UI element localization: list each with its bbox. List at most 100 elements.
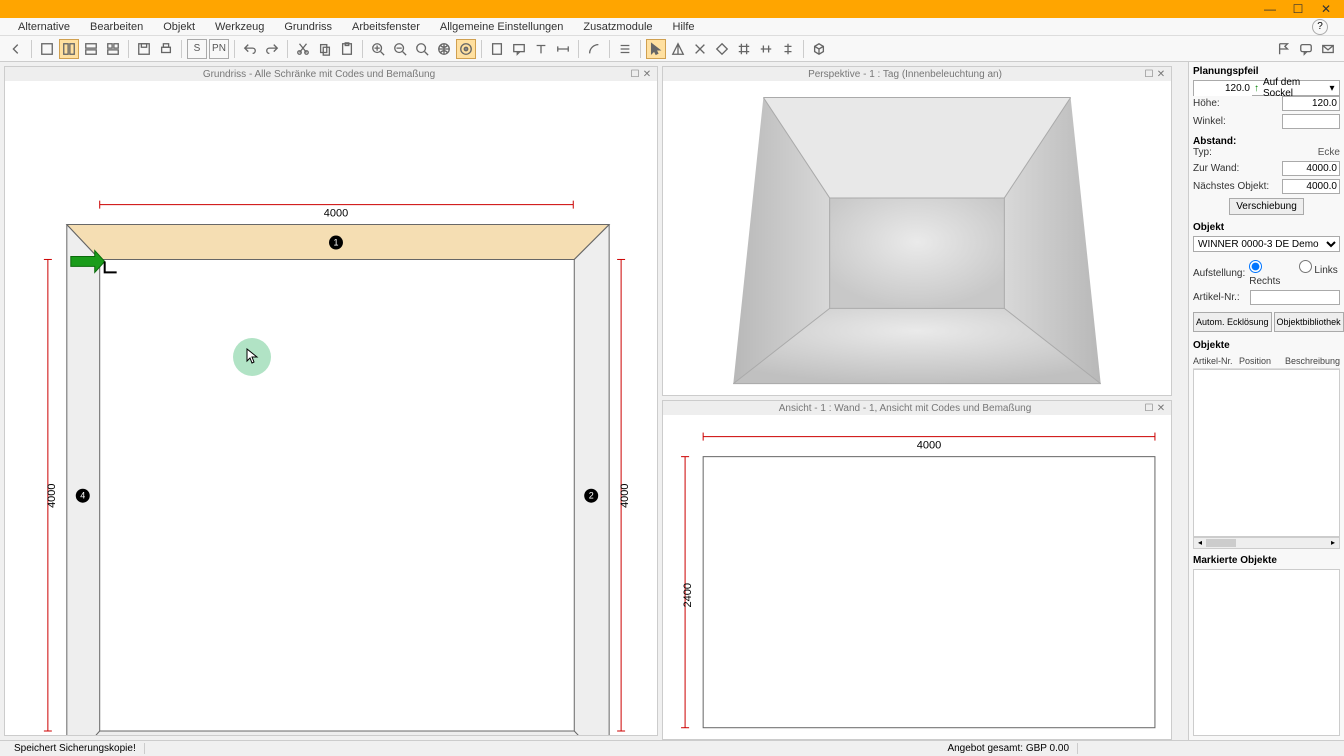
box-3d-icon[interactable]	[809, 39, 829, 59]
scroll-right-icon[interactable]: ▸	[1327, 538, 1339, 547]
panel-close-icon[interactable]: ✕	[1155, 69, 1167, 80]
markierte-heading: Markierte Objekte	[1193, 555, 1340, 566]
svg-text:4000: 4000	[324, 208, 348, 220]
scroll-left-icon[interactable]: ◂	[1194, 538, 1206, 547]
minimize-button[interactable]: —	[1256, 2, 1284, 16]
zurwand-input[interactable]	[1282, 161, 1340, 176]
comment-icon[interactable]	[509, 39, 529, 59]
objekte-list-header: Artikel-Nr. Position Beschreibung	[1193, 354, 1340, 369]
floorplan-canvas[interactable]: 4000 4000 4000 4000	[5, 81, 657, 735]
panel-max-icon[interactable]: ☐	[1143, 69, 1155, 80]
snap-2-icon[interactable]	[690, 39, 710, 59]
text-icon[interactable]	[531, 39, 551, 59]
perspective-canvas[interactable]	[663, 81, 1171, 395]
zoom-fit-icon[interactable]	[412, 39, 432, 59]
maximize-button[interactable]: ☐	[1284, 2, 1312, 16]
svg-text:1: 1	[333, 237, 338, 247]
layout-3-icon[interactable]	[81, 39, 101, 59]
globe-icon[interactable]	[434, 39, 454, 59]
svg-text:4000: 4000	[619, 484, 631, 508]
arc-icon[interactable]	[584, 39, 604, 59]
back-icon[interactable]	[6, 39, 26, 59]
winkel-input[interactable]	[1282, 114, 1340, 129]
close-button[interactable]: ✕	[1312, 2, 1340, 16]
objekte-list[interactable]	[1193, 369, 1340, 537]
position-value-input[interactable]	[1194, 81, 1252, 96]
menu-bar: Alternative Bearbeiten Objekt Werkzeug G…	[0, 18, 1344, 36]
layout-1-icon[interactable]	[37, 39, 57, 59]
hoehe-input[interactable]	[1282, 96, 1340, 111]
menu-objekt[interactable]: Objekt	[153, 21, 205, 33]
page-icon[interactable]	[487, 39, 507, 59]
svg-text:2: 2	[589, 491, 594, 501]
objekte-scrollbar[interactable]: ◂ ▸	[1193, 537, 1340, 549]
typ-label: Typ:	[1193, 147, 1278, 158]
copy-icon[interactable]	[315, 39, 335, 59]
markierte-list[interactable]	[1193, 569, 1340, 737]
redo-icon[interactable]	[262, 39, 282, 59]
mail-icon[interactable]	[1318, 39, 1338, 59]
pn-button[interactable]: PN	[209, 39, 229, 59]
layout-4-icon[interactable]	[103, 39, 123, 59]
autom-eckloesung-button[interactable]: Autom. Ecklösung	[1193, 312, 1272, 332]
paste-icon[interactable]	[337, 39, 357, 59]
pointer-icon[interactable]	[646, 39, 666, 59]
objektbibliothek-button[interactable]: Objektbibliothek	[1274, 312, 1344, 332]
grid-icon[interactable]	[734, 39, 754, 59]
objekt-select[interactable]: WINNER 0000-3 DE Demo	[1193, 236, 1340, 252]
dimension-icon[interactable]	[553, 39, 573, 59]
radio-rechts[interactable]: Rechts	[1249, 260, 1290, 287]
panel-max-icon[interactable]: ☐	[1143, 403, 1155, 414]
perspective-title: Perspektive - 1 : Tag (Innenbeleuchtung …	[667, 69, 1143, 80]
print-icon[interactable]	[156, 39, 176, 59]
menu-werkzeug[interactable]: Werkzeug	[205, 21, 274, 33]
flag-icon[interactable]	[1274, 39, 1294, 59]
artikelnr-label: Artikel-Nr.:	[1193, 292, 1246, 303]
artikelnr-input[interactable]	[1250, 290, 1340, 305]
menu-alternative[interactable]: Alternative	[8, 21, 80, 33]
cursor-highlight	[233, 338, 271, 376]
floorplan-panel: Grundriss - Alle Schränke mit Codes und …	[4, 66, 658, 736]
elevation-title: Ansicht - 1 : Wand - 1, Ansicht mit Code…	[667, 403, 1143, 414]
perspective-panel: Perspektive - 1 : Tag (Innenbeleuchtung …	[662, 66, 1172, 396]
snap-3-icon[interactable]	[712, 39, 732, 59]
save-icon[interactable]	[134, 39, 154, 59]
panel-max-icon[interactable]: ☐	[629, 69, 641, 80]
menu-grundriss[interactable]: Grundriss	[274, 21, 342, 33]
align-v-icon[interactable]	[778, 39, 798, 59]
naechstes-label: Nächstes Objekt:	[1193, 181, 1278, 192]
naechstes-input[interactable]	[1282, 179, 1340, 194]
status-left: Speichert Sicherungskopie!	[6, 743, 145, 754]
scroll-thumb[interactable]	[1206, 539, 1236, 547]
verschiebung-button[interactable]: Verschiebung	[1229, 198, 1304, 215]
planungspfeil-heading: Planungspfeil	[1193, 66, 1340, 77]
radio-links[interactable]: Links	[1299, 260, 1340, 287]
s-button[interactable]: S	[187, 39, 207, 59]
position-combo[interactable]: ↑ Auf dem Sockel ▾	[1193, 80, 1340, 96]
cut-icon[interactable]	[293, 39, 313, 59]
menu-zusatz[interactable]: Zusatzmodule	[573, 21, 662, 33]
status-right: Angebot gesamt: GBP 0.00	[939, 743, 1078, 754]
zoom-out-icon[interactable]	[390, 39, 410, 59]
elevation-canvas[interactable]: 4000 2400	[663, 415, 1171, 739]
layout-2-icon[interactable]	[59, 39, 79, 59]
zoom-in-icon[interactable]	[368, 39, 388, 59]
undo-icon[interactable]	[240, 39, 260, 59]
elevation-panel: Ansicht - 1 : Wand - 1, Ansicht mit Code…	[662, 400, 1172, 740]
snap-1-icon[interactable]	[668, 39, 688, 59]
panel-close-icon[interactable]: ✕	[641, 69, 653, 80]
help-icon[interactable]: ?	[1312, 19, 1328, 35]
menu-settings[interactable]: Allgemeine Einstellungen	[430, 21, 574, 33]
view-mode-icon[interactable]	[456, 39, 476, 59]
abstand-heading: Abstand:	[1193, 136, 1340, 147]
align-h-icon[interactable]	[756, 39, 776, 59]
arrow-up-icon: ↑	[1252, 83, 1261, 94]
svg-text:4000: 4000	[46, 484, 58, 508]
menu-hilfe[interactable]: Hilfe	[663, 21, 705, 33]
chevron-down-icon[interactable]: ▾	[1325, 83, 1339, 94]
menu-arbeitsfenster[interactable]: Arbeitsfenster	[342, 21, 430, 33]
panel-close-icon[interactable]: ✕	[1155, 403, 1167, 414]
menu-bearbeiten[interactable]: Bearbeiten	[80, 21, 153, 33]
list-icon[interactable]	[615, 39, 635, 59]
chat-icon[interactable]	[1296, 39, 1316, 59]
